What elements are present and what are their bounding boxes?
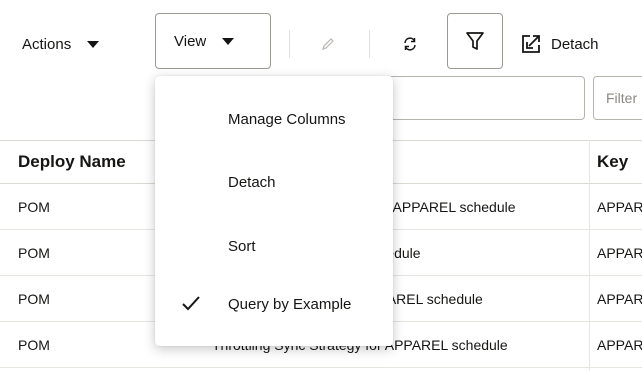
column-divider [589, 140, 590, 371]
chevron-down-icon [222, 37, 235, 45]
refresh-icon [404, 37, 416, 51]
checkmark-icon [182, 296, 200, 311]
menu-item-label: Sort [228, 237, 256, 255]
cell-key: APPAREL [597, 244, 642, 261]
menu-item-label: Detach [228, 173, 276, 191]
filter-toggle-button[interactable] [447, 13, 503, 69]
filter-icon [466, 32, 484, 50]
edit-button[interactable] [314, 30, 342, 58]
column-header-key[interactable]: Key [597, 141, 642, 183]
view-label: View [174, 32, 207, 50]
view-menu-button[interactable]: View [155, 13, 271, 69]
menu-item-detach[interactable]: Detach [155, 158, 393, 206]
toolbar-separator [289, 30, 290, 58]
refresh-button[interactable] [396, 30, 424, 58]
menu-item-query-by-example[interactable]: Query by Example [155, 280, 393, 328]
menu-item-label: Manage Columns [228, 110, 346, 128]
detach-icon [522, 35, 540, 53]
detach-label: Detach [551, 35, 599, 53]
cell-key: APPAREL [597, 198, 642, 215]
detach-button[interactable]: Detach [520, 27, 599, 61]
actions-label: Actions [22, 35, 72, 53]
key-filter-placeholder: Filter [606, 90, 638, 106]
view-dropdown-menu: Manage Columns Detach Sort Query by Exam… [155, 76, 393, 346]
menu-item-label: Query by Example [228, 295, 352, 313]
menu-item-manage-columns[interactable]: Manage Columns [155, 95, 393, 143]
cell-key: APPAREL [597, 290, 642, 307]
actions-menu-button[interactable]: Actions [22, 27, 100, 61]
chevron-down-icon [87, 40, 100, 48]
toolbar-separator [369, 30, 370, 58]
menu-item-sort[interactable]: Sort [155, 222, 393, 270]
pencil-icon [322, 38, 334, 50]
cell-key: APPAREL [597, 336, 642, 353]
